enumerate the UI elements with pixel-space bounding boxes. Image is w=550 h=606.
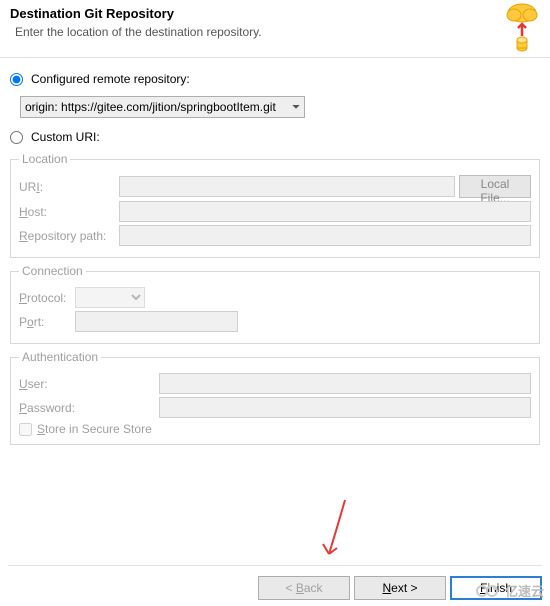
auth-legend: Authentication [19,350,101,364]
location-group: Location URI: Local File... Host: Reposi… [10,152,540,258]
host-input[interactable] [119,201,531,222]
port-label: Port: [19,315,75,329]
dialog-header: Destination Git Repository Enter the loc… [0,0,550,58]
user-label: User: [19,377,159,391]
custom-uri-option[interactable]: Custom URI: [10,130,540,144]
custom-uri-radio[interactable] [10,131,23,144]
uri-label: URI: [19,180,119,194]
cloud-upload-icon [504,2,540,57]
remote-select[interactable]: origin: https://gitee.com/jition/springb… [20,96,305,118]
back-button[interactable]: < Back [258,576,350,600]
connection-group: Connection Protocol: Port: [10,264,540,344]
location-legend: Location [19,152,70,166]
uri-input[interactable] [119,176,455,197]
annotation-arrow-icon [315,498,355,568]
configured-remote-radio[interactable] [10,73,23,86]
user-input[interactable] [159,373,531,394]
secure-store-label: Store in Secure Store [37,422,152,436]
repo-path-label: Repository path: [19,229,119,243]
port-input[interactable] [75,311,238,332]
secure-store-checkbox[interactable] [19,423,32,436]
page-title: Destination Git Repository [10,6,540,21]
configured-remote-option[interactable]: Configured remote repository: [10,72,540,86]
host-label: Host: [19,205,119,219]
configured-remote-label: Configured remote repository: [31,72,190,86]
page-subtitle: Enter the location of the destination re… [10,25,540,39]
protocol-label: Protocol: [19,291,75,305]
next-button[interactable]: Next > [354,576,446,600]
connection-legend: Connection [19,264,86,278]
wizard-button-bar: < Back Next > Finish [8,565,542,600]
authentication-group: Authentication User: Password: Store in … [10,350,540,445]
password-input[interactable] [159,397,531,418]
custom-uri-label: Custom URI: [31,130,100,144]
finish-button[interactable]: Finish [450,576,542,600]
password-label: Password: [19,401,159,415]
repo-path-input[interactable] [119,225,531,246]
protocol-select[interactable] [75,287,145,308]
dialog-content: Configured remote repository: origin: ht… [0,58,550,445]
local-file-button[interactable]: Local File... [459,175,531,198]
